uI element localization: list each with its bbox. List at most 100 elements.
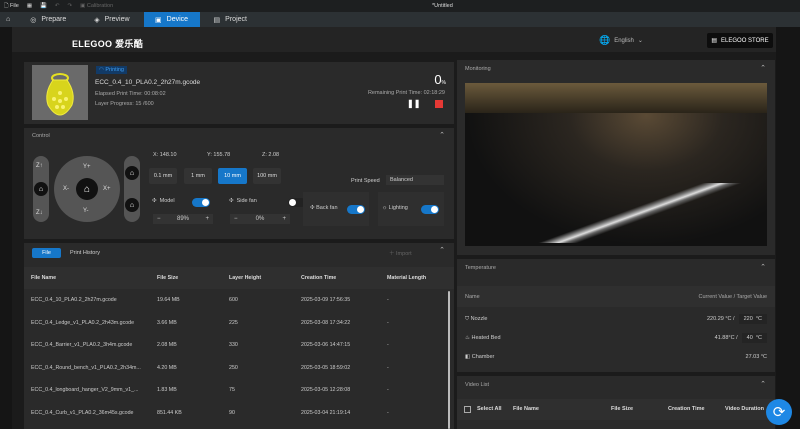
- layer-label: Layer Progress:: [95, 101, 134, 107]
- table-row[interactable]: ECC_0.4_Round_bench_v1_PLA0.2_2h34m... 4.…: [31, 357, 441, 380]
- camera-ceiling-light: [465, 83, 767, 113]
- tab-preview[interactable]: ◈ Preview: [80, 12, 143, 27]
- minus-button[interactable]: −: [234, 216, 238, 222]
- step-10mm-button[interactable]: 10 mm: [218, 168, 247, 184]
- left-gutter: [0, 27, 12, 429]
- back-fan-toggle[interactable]: [347, 205, 365, 214]
- import-label: Import: [396, 251, 412, 257]
- stop-button[interactable]: [435, 100, 443, 108]
- table-row[interactable]: ECC_0.4_10_PLA0.2_2h27m.gcode 19.64 MB 600…: [31, 289, 441, 312]
- file-menu[interactable]: 🗋 File: [4, 2, 19, 11]
- calibration-menu[interactable]: ▣ Calibration: [80, 3, 113, 9]
- step-100mm-button[interactable]: 100 mm: [253, 168, 281, 184]
- nozzle-target: 220: [743, 316, 753, 322]
- collapse-chevron-icon[interactable]: ⌃: [760, 380, 766, 388]
- tab-file[interactable]: File: [32, 248, 61, 258]
- light-icon: ☼: [382, 205, 388, 211]
- camera-bed-glare: [525, 183, 755, 243]
- chamber-label: Chamber: [471, 354, 495, 360]
- prepare-icon: ◎: [30, 16, 37, 24]
- z-up-button[interactable]: Z↑: [36, 163, 43, 169]
- grid-icon[interactable]: ▦: [27, 3, 32, 9]
- temperature-header: Name Current Value / Target Value: [457, 286, 775, 307]
- table-row[interactable]: ECC_0.4_longboard_hanger_V2_9mm_v1_... 1.…: [31, 379, 441, 402]
- table-row[interactable]: ECC_0.4_Ledge_v1_PLA0.2_2h43m.gcode 3.66 …: [31, 312, 441, 335]
- x-minus-button[interactable]: X-: [63, 186, 69, 192]
- plus-button[interactable]: +: [282, 216, 286, 222]
- y-minus-button[interactable]: Y-: [83, 208, 88, 214]
- redo-icon[interactable]: ↷: [68, 3, 73, 9]
- lighting-label: Lighting: [388, 205, 408, 211]
- y-plus-button[interactable]: Y+: [83, 164, 91, 170]
- pause-button[interactable]: ❚❚: [407, 99, 420, 108]
- bed-label: Heated Bed: [471, 335, 501, 341]
- side-fan-value[interactable]: 0%: [256, 216, 265, 222]
- undo-icon[interactable]: ↶: [55, 3, 60, 9]
- back-fan-label-group: ✣ Back fan: [310, 205, 338, 211]
- file-name-cell: ECC_0.4_10_PLA0.2_2h27m.gcode: [31, 297, 117, 304]
- refresh-icon: ⟳: [772, 404, 786, 421]
- select-all-checkbox[interactable]: [464, 406, 471, 413]
- collapse-chevron-icon[interactable]: ⌃: [760, 64, 766, 72]
- column-value: Current Value / Target Value: [698, 293, 767, 300]
- printing-status-badge: ◠ Printing: [96, 66, 127, 74]
- tab-project[interactable]: ▤ Project: [200, 12, 261, 27]
- document-title: *Untitled: [432, 3, 453, 9]
- collapse-chevron-icon[interactable]: ⌃: [439, 246, 445, 254]
- step-0-1mm-button[interactable]: 0.1 mm: [149, 168, 177, 184]
- chevron-down-icon: ⌄: [637, 38, 643, 44]
- tab-label: Device: [166, 16, 189, 23]
- table-row[interactable]: ECC_0.4_Barrier_v1_PLA0.2_3h4m.gcode 2.08…: [31, 334, 441, 357]
- plus-button[interactable]: +: [205, 216, 209, 222]
- collapse-chevron-icon[interactable]: ⌃: [760, 263, 766, 271]
- creation-time-cell: 2025-03-09 17:56:35: [301, 297, 351, 304]
- layer-height-cell: 75: [229, 387, 235, 394]
- import-button[interactable]: ＋ Import: [389, 249, 412, 257]
- remaining-time: Remaining Print Time: 02:18:29: [368, 90, 445, 96]
- monitoring-title: Monitoring: [465, 66, 491, 72]
- tab-prepare[interactable]: ◎ Prepare: [16, 12, 80, 27]
- home-icon[interactable]: ⌂: [0, 12, 16, 27]
- file-list-scrollbar[interactable]: [448, 291, 450, 429]
- step-1mm-button[interactable]: 1 mm: [184, 168, 212, 184]
- nozzle-target-input[interactable]: 220 °C: [738, 314, 767, 324]
- bed-target-input[interactable]: 40 °C: [741, 333, 767, 343]
- layer-height-cell: 250: [229, 364, 238, 371]
- fan-icon: ✣: [229, 198, 234, 204]
- creation-time-cell: 2025-03-06 14:47:15: [301, 342, 351, 349]
- column-video-duration: Video Duration: [725, 406, 765, 412]
- extruder-home-bottom-button[interactable]: ⌂: [125, 198, 139, 212]
- extruder-home-top-button[interactable]: ⌂: [125, 166, 139, 180]
- lighting-toggle[interactable]: [421, 205, 439, 214]
- z-home-button[interactable]: ⌂: [34, 182, 48, 196]
- column-creation-time: Creation Time: [301, 275, 337, 281]
- collapse-chevron-icon[interactable]: ⌃: [439, 131, 445, 139]
- refresh-button[interactable]: ⟳: [766, 399, 792, 425]
- fan-icon: ✣: [152, 198, 157, 204]
- tab-print-history[interactable]: Print History: [70, 250, 100, 256]
- file-name-cell: ECC_0.4_Curb_v1_PLA0.2_36m45s.gcode: [31, 409, 134, 416]
- table-header-row: File Name File Size Layer Height Creatio…: [31, 267, 441, 289]
- select-all-label[interactable]: Select All: [477, 406, 502, 412]
- x-plus-button[interactable]: X+: [103, 186, 111, 192]
- table-row[interactable]: ECC_0.4_Curb_v1_PLA0.2_36m45s.gcode 851.4…: [31, 402, 441, 425]
- z-position: Z: 2.08: [262, 152, 280, 158]
- title-bar: 🗋 File ▦ 💾 ↶ ↷ ▣ Calibration *Untitled: [0, 0, 800, 12]
- save-icon[interactable]: 💾: [40, 3, 47, 9]
- xy-home-button[interactable]: ⌂: [76, 178, 98, 200]
- file-size-cell: 19.64 MB: [157, 297, 180, 304]
- material-length-cell: -: [387, 387, 389, 394]
- x-position: X: 148.10: [153, 152, 177, 158]
- store-icon: ▤: [711, 38, 718, 44]
- minus-button[interactable]: −: [157, 216, 161, 222]
- model-fan-value[interactable]: 89%: [177, 216, 189, 222]
- remaining-value: 02:18:29: [423, 90, 445, 96]
- status-label: Printing: [105, 67, 124, 73]
- elegoo-store-button[interactable]: ▤ ELEGOO STORE: [707, 33, 773, 48]
- print-speed-select[interactable]: Balanced: [386, 175, 444, 185]
- language-select[interactable]: 🌐 English ⌄: [599, 35, 643, 46]
- z-down-button[interactable]: Z↓: [36, 210, 43, 216]
- column-file-size: File Size: [611, 406, 634, 412]
- tab-device[interactable]: ▣ Device: [143, 12, 200, 27]
- model-fan-toggle[interactable]: [192, 198, 210, 207]
